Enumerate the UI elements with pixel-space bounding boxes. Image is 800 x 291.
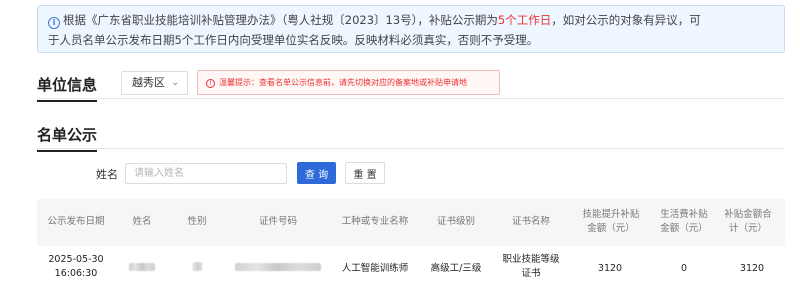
notice-text-end: ，如对公示的对象有异议，可 [551,13,701,27]
cell-total-amount: 3120 [739,263,765,274]
notice-text-start: 根据《广东省职业技能培训补贴管理办法》（粤人社规〔2023〕13号），补贴公示期… [63,13,498,27]
district-select[interactable]: 越秀区 ⌄ [121,71,188,95]
warning-icon: ! [206,79,215,88]
warning-tip: ! 温馨提示：查看名单公示信息前，请先切换对应的备案地或补贴申请地 [197,70,500,95]
col-header-living-line2: 金额（元） [660,223,708,234]
warning-tip-text: 温馨提示：查看名单公示信息前，请先切换对应的备案地或补贴申请地 [219,78,467,87]
notice-line-1: i 根据《广东省职业技能培训补贴管理办法》（粤人社规〔2023〕13号），补贴公示… [48,10,776,30]
table-header: 公示发布日期 姓名 性别 证件号码 工种或专业名称 证书级别 证书名称 技能提升… [37,199,785,246]
cell-cert-name: 职业技能等级 证书 [502,253,559,281]
col-header-level: 证书级别 [436,216,476,227]
cell-cert-name-line1: 职业技能等级 [502,254,560,265]
redacted-name [129,263,155,271]
col-header-date: 公示发布日期 [47,216,105,227]
col-header-skill-line1: 技能提升补贴 [582,209,640,220]
reset-button[interactable]: 重 置 [345,162,385,184]
cell-date-day: 2025-05-30 [48,254,104,265]
col-header-cert-name: 证书名称 [511,216,551,227]
district-selected-value: 越秀区 [132,76,165,89]
col-header-skill-subsidy: 技能提升补贴 金额（元） [582,208,639,236]
col-header-total: 补贴金额合 计（元） [724,208,772,236]
cell-living-amount: 0 [680,263,688,274]
col-header-skill-line2: 金额（元） [587,223,635,234]
query-button[interactable]: 查 询 [297,162,336,184]
cell-date-time: 16:06:30 [54,268,98,279]
col-header-trade: 工种或专业名称 [341,216,409,227]
chevron-down-icon: ⌄ [171,78,179,88]
col-header-living-subsidy: 生活费补贴 金额（元） [660,208,708,236]
cell-trade: 人工智能训练师 [341,263,409,274]
unit-info-title: 单位信息 [37,76,98,102]
notice-banner: i 根据《广东省职业技能培训补贴管理办法》（粤人社规〔2023〕13号），补贴公示… [37,5,785,53]
name-search-input[interactable] [125,163,287,184]
divider [37,98,785,99]
name-search-label: 姓名 [96,168,118,181]
notice-highlight: 5个工作日 [497,13,552,27]
col-header-gender: 性别 [187,216,207,227]
list-title: 名单公示 [37,126,98,152]
info-icon: i [48,17,60,29]
cell-skill-amount: 3120 [597,263,623,274]
cell-date: 2025-05-30 16:06:30 [48,253,103,281]
redacted-gender [193,262,202,271]
col-header-name: 姓名 [132,216,152,227]
notice-line-2: 于人员名单公示发布日期5个工作日内向受理单位实名反映。反映材料必须真实，否则不予… [48,33,539,47]
cell-level: 高级工/三级 [430,263,482,274]
divider [37,148,785,149]
col-header-total-line2: 计（元） [728,223,768,234]
col-header-cert-no: 证件号码 [258,216,298,227]
cell-cert-name-line2: 证书 [521,268,541,279]
redacted-cert-no [235,263,321,271]
col-header-total-line1: 补贴金额合 [724,209,772,220]
col-header-living-line1: 生活费补贴 [660,209,708,220]
